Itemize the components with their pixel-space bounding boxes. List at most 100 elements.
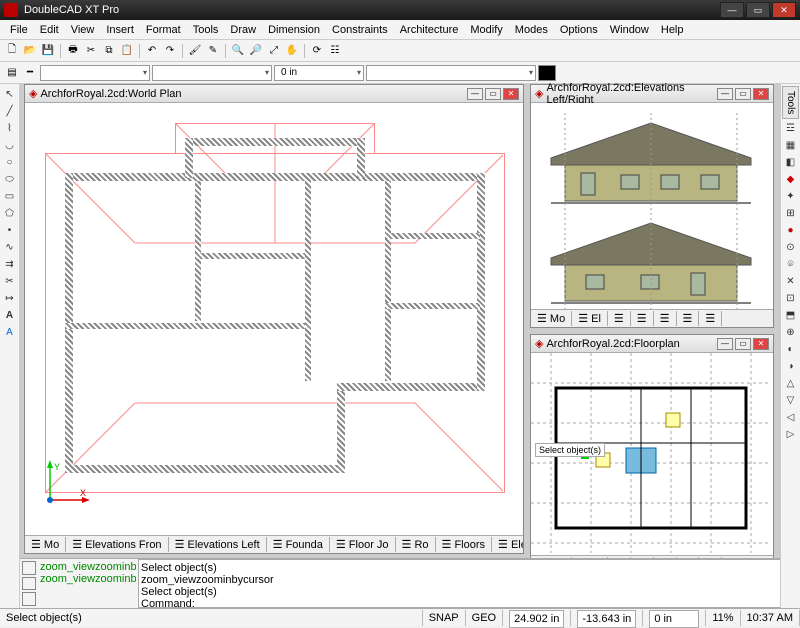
tool-icon[interactable]: ▷ bbox=[783, 426, 799, 442]
drawing-canvas[interactable]: Y X bbox=[25, 103, 523, 535]
menu-constraints[interactable]: Constraints bbox=[326, 22, 394, 38]
tool-icon[interactable]: ⊕ bbox=[783, 324, 799, 340]
sheet-tab[interactable]: ☰ El bbox=[572, 311, 608, 326]
undo-icon[interactable]: ↶ bbox=[144, 43, 160, 59]
recent-cmd[interactable]: zoom_viewzoominbycursor bbox=[40, 573, 136, 585]
win-minimize-button[interactable]: — bbox=[717, 338, 733, 350]
new-icon[interactable]: 🗋 bbox=[4, 43, 20, 59]
window-titlebar[interactable]: ◈ ArchforRoyal.2cd:Floorplan — ▭ ✕ bbox=[531, 335, 773, 353]
offset-tool-icon[interactable]: ⇉ bbox=[2, 256, 18, 272]
save-icon[interactable]: 💾 bbox=[40, 43, 56, 59]
win-close-button[interactable]: ✕ bbox=[753, 88, 769, 100]
linetype-icon[interactable]: ━ bbox=[22, 65, 38, 81]
sheet-tab[interactable]: ☰ bbox=[677, 311, 700, 326]
extend-tool-icon[interactable]: ↦ bbox=[2, 290, 18, 306]
pan-icon[interactable]: ✋ bbox=[284, 43, 300, 59]
tool-icon[interactable]: ▦ bbox=[783, 137, 799, 153]
sheet-tab[interactable]: ☰ Founda bbox=[267, 537, 330, 552]
lineweight-dropdown[interactable]: 0 in bbox=[274, 65, 364, 81]
status-x[interactable]: 24.902 in bbox=[503, 610, 571, 626]
paste-icon[interactable]: 📋 bbox=[119, 43, 135, 59]
tools-panel-tab[interactable]: Tools bbox=[782, 86, 799, 119]
win-maximize-button[interactable]: ▭ bbox=[735, 88, 751, 100]
cut-icon[interactable]: ✂ bbox=[83, 43, 99, 59]
tool-icon[interactable]: ● bbox=[783, 222, 799, 238]
sheet-tab[interactable]: ☰ bbox=[631, 311, 654, 326]
status-z[interactable]: 0 in bbox=[643, 610, 706, 626]
linetype-dropdown[interactable] bbox=[152, 65, 272, 81]
tool-icon[interactable]: ◑ bbox=[783, 358, 799, 374]
tool-icon[interactable]: ⊡ bbox=[783, 290, 799, 306]
rectangle-tool-icon[interactable]: ▭ bbox=[2, 188, 18, 204]
select-tool-icon[interactable]: ↖ bbox=[2, 86, 18, 102]
tool-icon[interactable]: ⬒ bbox=[783, 307, 799, 323]
sheet-tab[interactable]: ☰ Elevations Left bbox=[169, 537, 267, 552]
zoom-out-icon[interactable]: 🔎 bbox=[248, 43, 264, 59]
status-zoom[interactable]: 11% bbox=[706, 610, 740, 626]
polygon-tool-icon[interactable]: ⬠ bbox=[2, 205, 18, 221]
arc-tool-icon[interactable]: ◡ bbox=[2, 137, 18, 153]
menu-tools[interactable]: Tools bbox=[187, 22, 225, 38]
sheet-tab[interactable]: ☰ bbox=[699, 311, 722, 326]
trim-tool-icon[interactable]: ✂ bbox=[2, 273, 18, 289]
mtext-tool-icon[interactable]: A bbox=[2, 324, 18, 340]
tool-icon[interactable]: ⊞ bbox=[783, 205, 799, 221]
open-icon[interactable]: 📂 bbox=[22, 43, 38, 59]
pencil-icon[interactable]: ✎ bbox=[205, 43, 221, 59]
close-button[interactable]: ✕ bbox=[772, 2, 796, 18]
menu-modes[interactable]: Modes bbox=[509, 22, 554, 38]
tool-icon[interactable]: ◧ bbox=[783, 154, 799, 170]
win-maximize-button[interactable]: ▭ bbox=[735, 338, 751, 350]
sheet-tab[interactable]: ☰ bbox=[608, 311, 631, 326]
layer-icon[interactable]: ▤ bbox=[4, 65, 20, 81]
status-geo[interactable]: GEO bbox=[466, 610, 503, 626]
maximize-button[interactable]: ▭ bbox=[746, 2, 770, 18]
text-tool-icon[interactable]: A bbox=[2, 307, 18, 323]
tool-icon[interactable]: ⌾ bbox=[783, 256, 799, 272]
ellipse-tool-icon[interactable]: ⬭ bbox=[2, 171, 18, 187]
polyline-tool-icon[interactable]: ⌇ bbox=[2, 120, 18, 136]
layer-dropdown[interactable] bbox=[40, 65, 150, 81]
menu-file[interactable]: File bbox=[4, 22, 34, 38]
drawing-canvas[interactable] bbox=[531, 103, 773, 309]
win-minimize-button[interactable]: — bbox=[717, 88, 733, 100]
win-minimize-button[interactable]: — bbox=[467, 88, 483, 100]
menu-view[interactable]: View bbox=[65, 22, 101, 38]
circle-tool-icon[interactable]: ○ bbox=[2, 154, 18, 170]
properties-icon[interactable]: ☷ bbox=[327, 43, 343, 59]
sheet-tab[interactable]: ☰ Mo bbox=[25, 537, 66, 552]
line-tool-icon[interactable]: ╱ bbox=[2, 103, 18, 119]
menu-format[interactable]: Format bbox=[140, 22, 187, 38]
redo-icon[interactable]: ↷ bbox=[162, 43, 178, 59]
redraw-icon[interactable]: ⟳ bbox=[309, 43, 325, 59]
menu-insert[interactable]: Insert bbox=[100, 22, 140, 38]
tool-icon[interactable]: ◆ bbox=[783, 171, 799, 187]
zoom-in-icon[interactable]: 🔍 bbox=[230, 43, 246, 59]
menu-options[interactable]: Options bbox=[554, 22, 604, 38]
tool-icon[interactable]: ◁ bbox=[783, 409, 799, 425]
tool-icon[interactable]: ✕ bbox=[783, 273, 799, 289]
tool-icon[interactable]: △ bbox=[783, 375, 799, 391]
win-maximize-button[interactable]: ▭ bbox=[485, 88, 501, 100]
tool-icon[interactable]: ☲ bbox=[783, 120, 799, 136]
zoom-extents-icon[interactable]: ⤢ bbox=[266, 43, 282, 59]
window-titlebar[interactable]: ◈ ArchforRoyal.2cd:World Plan — ▭ ✕ bbox=[25, 85, 523, 103]
menu-architecture[interactable]: Architecture bbox=[394, 22, 465, 38]
cmd-tool-icon[interactable] bbox=[22, 561, 36, 575]
tool-icon[interactable]: ◐ bbox=[783, 341, 799, 357]
sheet-tab[interactable]: ☰ Elevations Fron bbox=[66, 537, 168, 552]
tool-icon[interactable]: ✦ bbox=[783, 188, 799, 204]
recent-cmd[interactable]: zoom_viewzoominbycursor bbox=[40, 561, 136, 573]
curve-tool-icon[interactable]: ∿ bbox=[2, 239, 18, 255]
color-swatch-icon[interactable] bbox=[538, 65, 556, 81]
point-tool-icon[interactable]: • bbox=[2, 222, 18, 238]
tool-icon[interactable]: ⊙ bbox=[783, 239, 799, 255]
menu-modify[interactable]: Modify bbox=[464, 22, 508, 38]
minimize-button[interactable]: — bbox=[720, 2, 744, 18]
tool-icon[interactable]: ▽ bbox=[783, 392, 799, 408]
style-dropdown[interactable] bbox=[366, 65, 536, 81]
sheet-tab[interactable]: ☰ Electr bbox=[492, 537, 523, 552]
brush-icon[interactable]: 🖌 bbox=[187, 43, 203, 59]
menu-help[interactable]: Help bbox=[655, 22, 690, 38]
sheet-tab[interactable]: ☰ Mo bbox=[531, 311, 572, 326]
